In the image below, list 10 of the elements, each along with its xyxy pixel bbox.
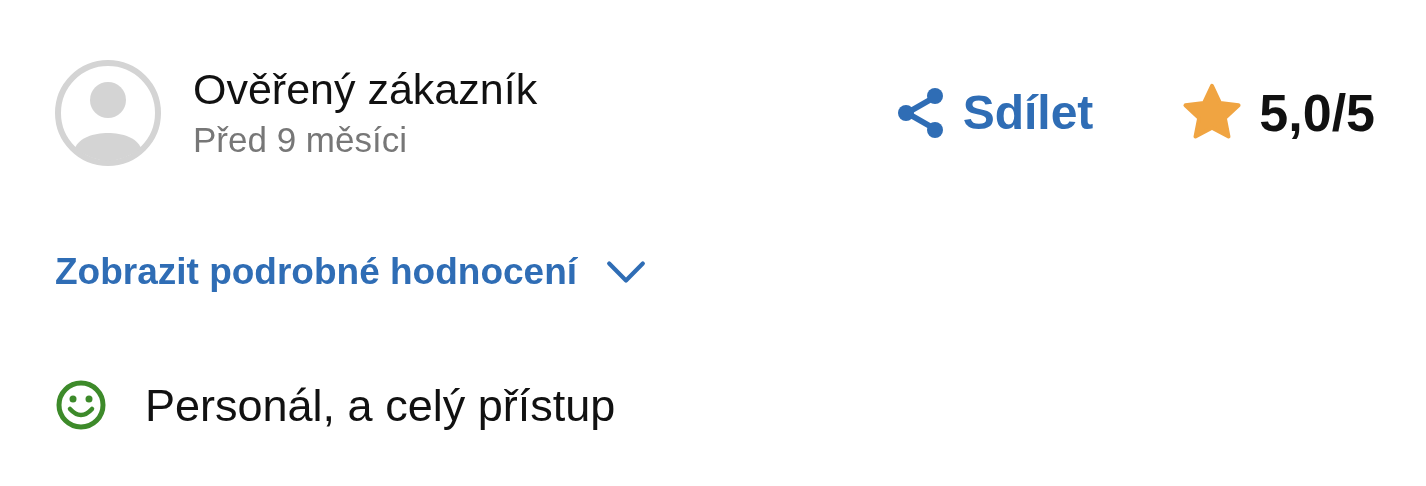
chevron-icon (605, 258, 648, 285)
avatar-icon (55, 60, 161, 166)
review-time: Před 9 měsíci (193, 121, 408, 160)
smiley-icon (55, 379, 107, 432)
positive-comment: Personál, a celý přístup (145, 378, 616, 433)
share-icon (896, 87, 945, 139)
author-name: Ověřený zákazník (193, 66, 538, 114)
rating-value: 5,0/5 (1259, 83, 1375, 144)
details-toggle[interactable]: Zobrazit podrobné hodnocení (55, 244, 648, 300)
share-button[interactable]: Sdílet (896, 77, 1094, 149)
